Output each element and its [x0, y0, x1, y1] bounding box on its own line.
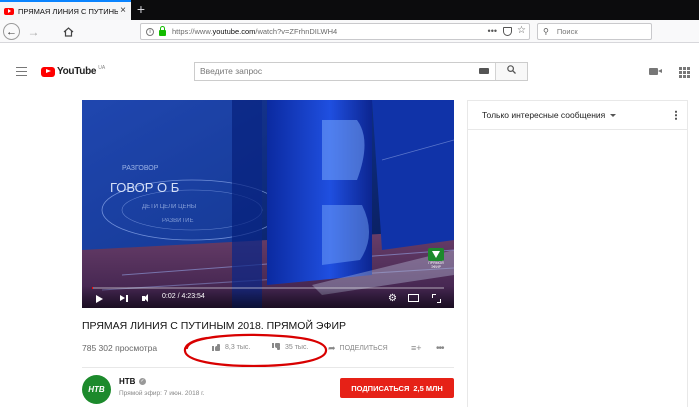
browser-tab[interactable]: ПРЯМАЯ ЛИНИЯ С ПУТИНЫМ × — [0, 0, 131, 20]
channel-avatar[interactable]: НТВ — [82, 375, 111, 404]
browser-toolbar: ← → i https://www.youtube.com/watch?v=ZF… — [0, 20, 699, 43]
verified-icon: ✓ — [139, 378, 146, 385]
info-icon[interactable]: i — [146, 27, 154, 36]
logo-region: UA — [98, 64, 106, 71]
menu-icon[interactable] — [16, 67, 27, 76]
theater-mode-icon[interactable] — [408, 294, 419, 302]
subscribe-label: ПОДПИСАТЬСЯ — [351, 383, 410, 393]
view-count: 785 302 просмотра — [82, 343, 158, 353]
chat-mode-selector[interactable]: Только интересные сообщения — [482, 110, 605, 120]
tab-close-button[interactable]: × — [120, 6, 126, 16]
subscriber-count: 2,5 МЛН — [413, 383, 443, 393]
lock-icon[interactable] — [159, 25, 166, 36]
live-chat-body — [467, 130, 688, 407]
divider — [82, 367, 454, 368]
home-icon — [63, 26, 74, 37]
subscribe-button[interactable]: ПОДПИСАТЬСЯ 2,5 МЛН — [340, 378, 454, 398]
screenshot: ПРЯМАЯ ЛИНИЯ С ПУТИНЫМ × + ← → i https:/… — [0, 0, 699, 407]
play-icon[interactable] — [96, 295, 103, 303]
browser-search-bar[interactable]: ⚲ Поиск — [537, 23, 652, 40]
keyboard-icon[interactable] — [479, 68, 489, 74]
video-title: ПРЯМАЯ ЛИНИЯ С ПУТИНЫМ 2018. ПРЯМОЙ ЭФИР — [82, 320, 346, 332]
svg-text:РАЗВИТИЕ: РАЗВИТИЕ — [162, 218, 193, 224]
add-to-playlist-icon[interactable]: ≡+ — [411, 343, 422, 353]
browser-search-placeholder: Поиск — [556, 27, 578, 36]
bookmark-star-icon[interactable]: ☆ — [517, 25, 526, 36]
share-icon: ➦ — [328, 343, 336, 353]
logo-text: YouTube — [57, 66, 97, 77]
more-actions-icon[interactable]: ••• — [436, 343, 444, 354]
video-player[interactable]: РАЗГОВОР ГОВОР О Б ДЕТИ ЦЕЛИ ЦЕНЫ РАЗВИТ… — [82, 100, 454, 308]
volume-icon[interactable] — [142, 294, 153, 303]
forward-icon: → — [27, 24, 40, 39]
channel-watermark: ПРЯМОЙ ЭФИР — [424, 248, 448, 269]
share-label: ПОДЕЛИТЬСЯ — [339, 345, 388, 352]
svg-text:ДЕТИ ЦЕЛИ ЦЕНЫ: ДЕТИ ЦЕЛИ ЦЕНЫ — [142, 204, 196, 210]
channel-name[interactable]: НТВ — [119, 377, 135, 386]
svg-text:ГОВОР О Б: ГОВОР О Б — [110, 180, 179, 195]
time-display: 0:02 / 4:23:54 — [162, 293, 205, 300]
upload-camera-icon[interactable] — [649, 68, 662, 75]
address-bar[interactable]: i https://www.youtube.com/watch?v=ZFrhnD… — [140, 23, 530, 40]
tab-title: ПРЯМАЯ ЛИНИЯ С ПУТИНЫМ — [18, 6, 118, 16]
gear-icon[interactable]: ⚙ — [388, 294, 397, 304]
home-button[interactable] — [60, 23, 77, 40]
forward-button[interactable]: → — [25, 23, 42, 40]
back-button[interactable]: ← — [3, 23, 20, 40]
page-actions-icon[interactable]: ••• — [488, 26, 497, 36]
publish-date: Прямой эфир: 7 июн. 2018 г. — [119, 390, 205, 397]
pocket-icon[interactable] — [503, 27, 512, 36]
url-text[interactable]: https://www.youtube.com/watch?v=ZFrhnDIL… — [172, 27, 337, 36]
avatar-text: НТВ — [88, 385, 105, 394]
youtube-favicon-icon — [4, 7, 14, 15]
ntv-logo-icon — [428, 248, 444, 261]
youtube-play-logo-icon — [41, 66, 55, 77]
fullscreen-icon[interactable] — [432, 294, 441, 303]
apps-grid-icon[interactable] — [679, 67, 690, 78]
youtube-logo[interactable]: YouTube UA — [41, 64, 106, 77]
new-tab-button[interactable]: + — [134, 2, 148, 16]
video-frame: РАЗГОВОР ГОВОР О Б ДЕТИ ЦЕЛИ ЦЕНЫ РАЗВИТ… — [82, 100, 454, 308]
progress-fill — [92, 287, 93, 289]
live-chat-header: Только интересные сообщения — [467, 100, 688, 130]
youtube-search-placeholder: Введите запрос — [200, 66, 263, 76]
player-controls — [82, 286, 454, 308]
annotation-ellipse — [183, 333, 328, 368]
progress-bar[interactable] — [92, 287, 444, 289]
share-button[interactable]: ➦ ПОДЕЛИТЬСЯ — [328, 343, 388, 354]
more-vert-icon[interactable] — [675, 110, 677, 120]
svg-text:РАЗГОВОР: РАЗГОВОР — [122, 165, 159, 172]
youtube-search-box: Введите запрос — [194, 62, 528, 81]
search-icon: ⚲ — [543, 27, 549, 36]
chevron-down-icon[interactable] — [610, 113, 617, 117]
youtube-search-button[interactable] — [495, 63, 527, 80]
search-icon — [507, 65, 516, 74]
youtube-search-input[interactable]: Введите запрос — [195, 63, 495, 80]
next-icon[interactable] — [120, 294, 129, 303]
watermark-label: ПРЯМОЙ ЭФИР — [428, 261, 444, 269]
youtube-masthead: YouTube UA Введите запрос — [0, 57, 699, 87]
back-icon: ← — [6, 25, 17, 38]
tab-strip: ПРЯМАЯ ЛИНИЯ С ПУТИНЫМ × + — [0, 0, 699, 20]
